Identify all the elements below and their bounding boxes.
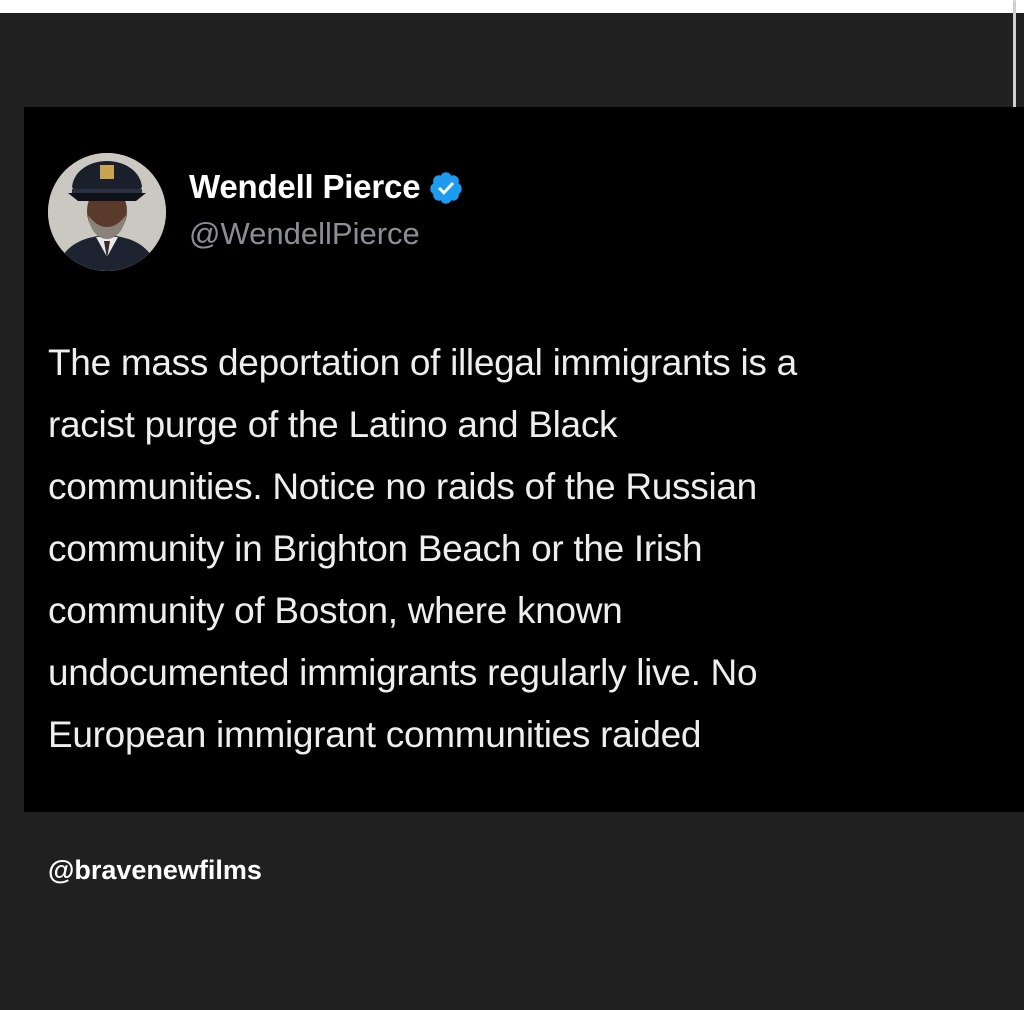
tweet-text-line: communities. Notice no raids of the Russ… [48, 466, 757, 507]
tweet-body: The mass deportation of illegal immigran… [48, 332, 998, 766]
tweet-text-line: The mass deportation of illegal immigran… [48, 342, 797, 383]
avatar-portrait [48, 153, 166, 271]
avatar[interactable] [48, 153, 166, 271]
scrollbar[interactable] [1013, 0, 1016, 108]
tweet-text-line: community in Brighton Beach or the Irish [48, 528, 703, 569]
author-handle[interactable]: @WendellPierce [189, 216, 420, 252]
author-row: Wendell Pierce [189, 165, 464, 209]
tweet-text-line: community of Boston, where known [48, 590, 623, 631]
tweet-card: Wendell Pierce @WendellPierce The mass d… [24, 107, 1024, 812]
tweet-text-line: racist purge of the Latino and Black [48, 404, 618, 445]
top-white-strip [0, 0, 1024, 13]
display-name[interactable]: Wendell Pierce [189, 168, 421, 206]
verified-badge-icon [430, 172, 463, 204]
credit-handle[interactable]: @bravenewfilms [48, 855, 262, 886]
tweet-text-line: undocumented immigrants regularly live. … [48, 652, 758, 693]
tweet-text-line: European immigrant communities raided [48, 714, 702, 755]
